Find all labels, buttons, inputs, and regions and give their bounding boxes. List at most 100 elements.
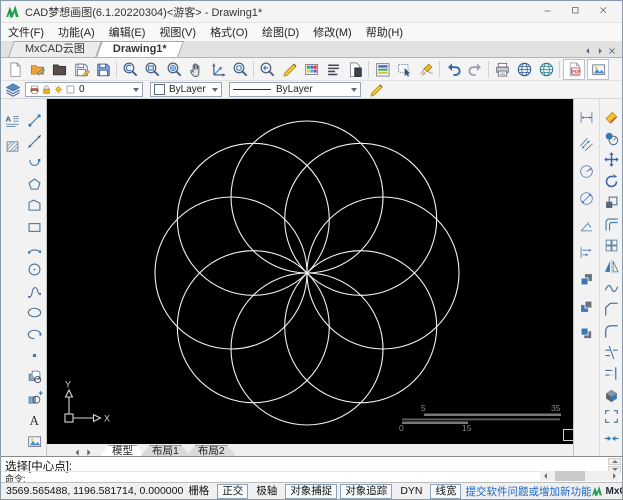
draw-polyline-button[interactable]: [24, 196, 45, 216]
draw-create-block-button[interactable]: [24, 388, 45, 408]
draw-point-button[interactable]: [24, 345, 45, 365]
toolbar-pencil-edit-button[interactable]: [278, 59, 300, 80]
status-toggle-极轴[interactable]: 极轴: [251, 484, 282, 499]
toolbar-zoom-extents-button[interactable]: [163, 59, 185, 80]
status-toggle-对象捕捉[interactable]: 对象捕捉: [285, 483, 338, 499]
dim-draworder-front-button[interactable]: [576, 269, 597, 289]
draw-ellipse-arc-button[interactable]: [24, 324, 45, 344]
toolbar-undo-button[interactable]: [442, 59, 464, 80]
tab-nav-next-button[interactable]: [596, 47, 604, 55]
menu-item-3[interactable]: 视图(V): [152, 24, 203, 40]
status-toggle-线宽[interactable]: 线宽: [430, 483, 462, 499]
color-select[interactable]: ByLayer: [150, 82, 222, 97]
toolbar-select-objects-button[interactable]: [393, 59, 415, 80]
layer-select[interactable]: 0: [25, 82, 143, 97]
modify-move-button[interactable]: [601, 150, 622, 170]
toolbar-open-cloud-button[interactable]: [26, 59, 48, 80]
status-toggle-对象追踪[interactable]: 对象追踪: [340, 483, 393, 499]
scroll-left-icon[interactable]: [540, 471, 551, 481]
modify-array-button[interactable]: [601, 235, 622, 255]
toolbar-zoom-object-button[interactable]: [229, 59, 251, 80]
modify-copy-button[interactable]: [601, 128, 622, 148]
menu-item-6[interactable]: 修改(M): [306, 24, 359, 40]
toolbar-color-palette-button[interactable]: [300, 59, 322, 80]
minimize-button[interactable]: [534, 1, 562, 22]
modify-offset-button[interactable]: [601, 214, 622, 234]
menu-item-2[interactable]: 编辑(E): [102, 24, 153, 40]
draw-mtext-button[interactable]: A: [2, 111, 23, 131]
command-window[interactable]: 选择[中心点]: 命令:: [1, 456, 622, 484]
match-properties-button[interactable]: [368, 82, 388, 98]
toolbar-new-file-button[interactable]: [4, 59, 26, 80]
toolbar-print-button[interactable]: [491, 59, 513, 80]
tab-nav-close-button[interactable]: [608, 47, 616, 55]
toolbar-zoom-previous-button[interactable]: [256, 59, 278, 80]
status-toggle-正交[interactable]: 正交: [217, 483, 249, 499]
toolbar-pan-button[interactable]: [185, 59, 207, 80]
scrollbar-thumb[interactable]: [555, 471, 585, 481]
toolbar-save-as-button[interactable]: [92, 59, 114, 80]
draw-arc-button[interactable]: [24, 153, 45, 173]
dim-dim-baseline-button[interactable]: [576, 242, 597, 262]
toolbar-doc-dark-button[interactable]: [344, 59, 366, 80]
maximize-button[interactable]: [562, 1, 590, 22]
toolbar-web-globe-button[interactable]: [513, 59, 535, 80]
modify-scale-button[interactable]: [601, 193, 622, 213]
dim-dim-linear-button[interactable]: [576, 107, 597, 127]
modify-spline-edit-button[interactable]: [601, 278, 622, 298]
toolbar-redo-button[interactable]: [464, 59, 486, 80]
dim-dim-radius-button[interactable]: [576, 161, 597, 181]
draw-hatch-button[interactable]: [2, 136, 23, 156]
toolbar-save-button[interactable]: [70, 59, 92, 80]
dim-dim-diameter-button[interactable]: [576, 188, 597, 208]
toolbar-zoom-window-button[interactable]: [141, 59, 163, 80]
menu-item-5[interactable]: 绘图(D): [255, 24, 306, 40]
status-toggle-DYN[interactable]: DYN: [395, 484, 427, 499]
layers-button[interactable]: [5, 82, 25, 98]
draw-rectangle-button[interactable]: [24, 217, 45, 237]
toolbar-text-lines-button[interactable]: [322, 59, 344, 80]
status-toggle-栅格[interactable]: 栅格: [183, 484, 214, 499]
command-horizontal-scrollbar[interactable]: [540, 471, 620, 481]
toolbar-match-brush-button[interactable]: [415, 59, 437, 80]
modify-join-button[interactable]: [601, 428, 622, 448]
draw-xline-button[interactable]: [24, 131, 45, 151]
scroll-up-icon[interactable]: [608, 458, 621, 465]
dim-dim-aligned-button[interactable]: [576, 134, 597, 154]
toolbar-export-pdf-button[interactable]: PDF: [563, 58, 585, 80]
toolbar-ucs-axes-button[interactable]: [207, 59, 229, 80]
draw-text-button[interactable]: A: [24, 410, 45, 430]
draw-polygon-button[interactable]: [24, 174, 45, 194]
tab-nav-prev-button[interactable]: [584, 47, 592, 55]
modify-region-button[interactable]: [601, 407, 622, 427]
modify-mirror-button[interactable]: [601, 257, 622, 277]
modify-extend-button[interactable]: [601, 364, 622, 384]
menu-item-0[interactable]: 文件(F): [1, 24, 51, 40]
dim-dim-angular-button[interactable]: [576, 215, 597, 235]
draw-arc-3point-button[interactable]: [24, 238, 45, 258]
linetype-select[interactable]: ByLayer: [229, 82, 361, 97]
modify-explode-button[interactable]: [601, 385, 622, 405]
document-tab-0[interactable]: MxCAD云图: [8, 41, 102, 57]
toolbar-layer-dialog-button[interactable]: [371, 59, 393, 80]
scroll-right-icon[interactable]: [609, 471, 620, 481]
drawing-canvas[interactable]: Y X 5 35 0 15: [47, 99, 575, 444]
menu-item-1[interactable]: 功能(A): [51, 24, 102, 40]
modify-fillet-button[interactable]: [601, 321, 622, 341]
draw-line-button[interactable]: [24, 110, 45, 130]
feedback-link[interactable]: 提交软件问题或增加新功能: [465, 484, 591, 499]
toolbar-open-folder-button[interactable]: [48, 59, 70, 80]
draw-ellipse-button[interactable]: [24, 303, 45, 323]
menu-item-7[interactable]: 帮助(H): [359, 24, 410, 40]
draw-image-button[interactable]: [24, 431, 45, 451]
dim-draworder-above-button[interactable]: [576, 323, 597, 343]
toolbar-insert-image-button[interactable]: [587, 58, 609, 80]
modify-erase-button[interactable]: [601, 107, 622, 127]
draw-insert-block-button[interactable]: [24, 367, 45, 387]
document-tab-1[interactable]: Drawing1*: [95, 41, 184, 57]
draw-circle-button[interactable]: [24, 260, 45, 280]
modify-chamfer-button[interactable]: [601, 300, 622, 320]
toolbar-zoom-dynamic-button[interactable]: [119, 59, 141, 80]
modify-rotate-button[interactable]: [601, 171, 622, 191]
toolbar-web-globe-2-button[interactable]: [535, 59, 557, 80]
